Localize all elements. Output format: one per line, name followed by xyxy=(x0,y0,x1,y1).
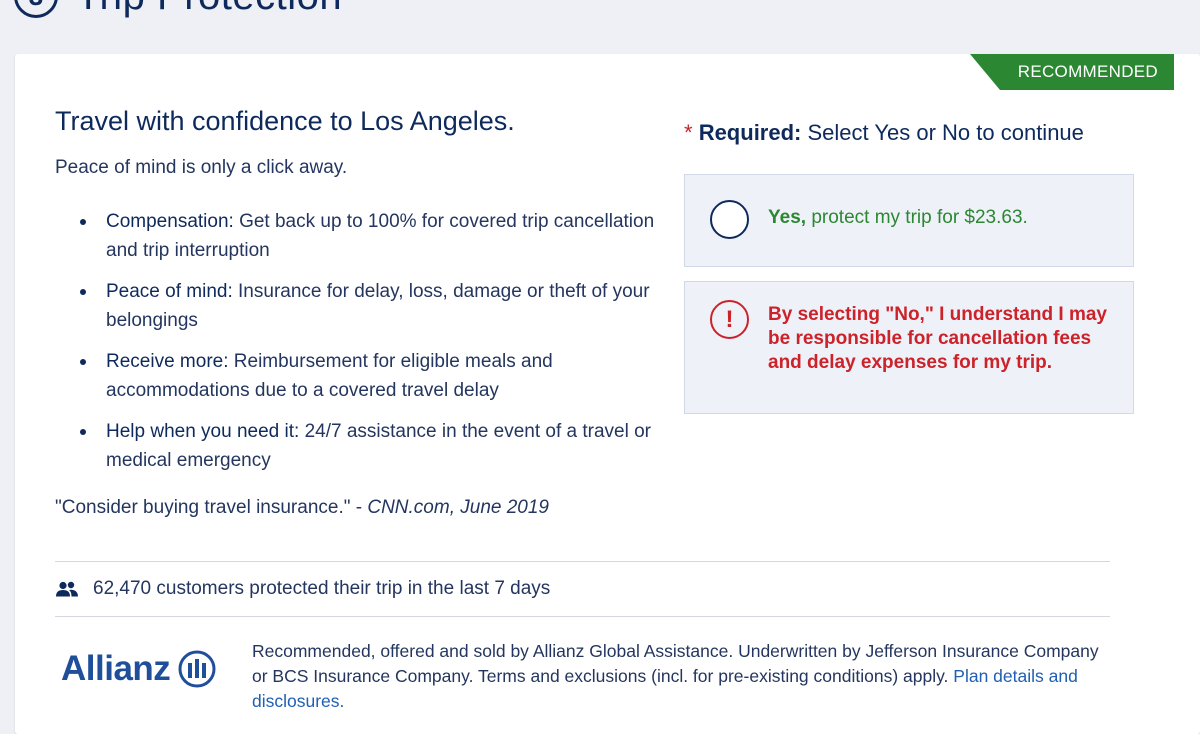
headline: Travel with confidence to Los Angeles. xyxy=(55,106,515,136)
yes-strong: Yes, xyxy=(768,207,807,228)
option-no[interactable]: ! By selecting "No," I understand I may … xyxy=(684,281,1134,414)
benefit-title: Compensation: xyxy=(106,211,234,232)
required-notice: * Required: Select Yes or No to continue xyxy=(684,120,1134,146)
subhead: Peace of mind is only a click away. xyxy=(55,157,348,178)
benefit-title: Help when you need it: xyxy=(106,421,300,442)
allianz-wordmark: Allianz xyxy=(61,649,171,688)
benefit-item: Receive more: Reimbursement for eligible… xyxy=(80,347,675,405)
step-title: Trip Protection xyxy=(76,0,342,19)
required-text: Select Yes or No to continue xyxy=(801,120,1084,145)
benefits-column: Travel with confidence to Los Angeles. P… xyxy=(55,106,675,519)
benefit-title: Peace of mind: xyxy=(106,281,233,302)
yes-text: protect my trip for $23.63. xyxy=(806,207,1028,228)
required-star: * xyxy=(684,120,693,145)
yes-radio-button[interactable] xyxy=(710,200,749,239)
divider xyxy=(55,561,1110,562)
quote-source: CNN.com, June 2019 xyxy=(367,497,550,518)
required-label: Required: xyxy=(698,120,802,145)
underwriter-disclosure: Recommended, offered and sold by Allianz… xyxy=(252,639,1102,714)
customer-stats: 62,470 customers protected their trip in… xyxy=(55,574,550,604)
benefits-list: Compensation: Get back up to 100% for co… xyxy=(80,207,675,475)
allianz-logo: Allianz xyxy=(61,649,216,689)
users-icon xyxy=(56,581,78,597)
step-header: 3 Trip Protection xyxy=(14,0,342,26)
press-quote: "Consider buying travel insurance." - CN… xyxy=(55,497,675,519)
recommended-ribbon: RECOMMENDED xyxy=(970,54,1174,90)
option-yes[interactable]: Yes, protect my trip for $23.63. xyxy=(684,174,1134,267)
stats-text: 62,470 customers protected their trip in… xyxy=(93,578,551,599)
quote-text: "Consider buying travel insurance." - xyxy=(55,497,368,518)
benefit-item: Peace of mind: Insurance for delay, loss… xyxy=(80,277,675,335)
benefit-item: Compensation: Get back up to 100% for co… xyxy=(80,207,675,265)
benefit-title: Receive more: xyxy=(106,351,229,372)
divider xyxy=(55,616,1110,617)
benefit-item: Help when you need it: 24/7 assistance i… xyxy=(80,417,675,475)
trip-protection-card: RECOMMENDED Travel with confidence to Lo… xyxy=(15,54,1200,734)
allianz-mark-icon xyxy=(178,650,216,688)
selection-column: * Required: Select Yes or No to continue… xyxy=(684,120,1134,414)
no-warning-text: By selecting "No," I understand I may be… xyxy=(768,304,1107,373)
yes-label[interactable]: Yes, protect my trip for $23.63. xyxy=(768,207,1028,229)
warning-icon: ! xyxy=(710,300,749,339)
step-number-badge: 3 xyxy=(14,0,58,18)
